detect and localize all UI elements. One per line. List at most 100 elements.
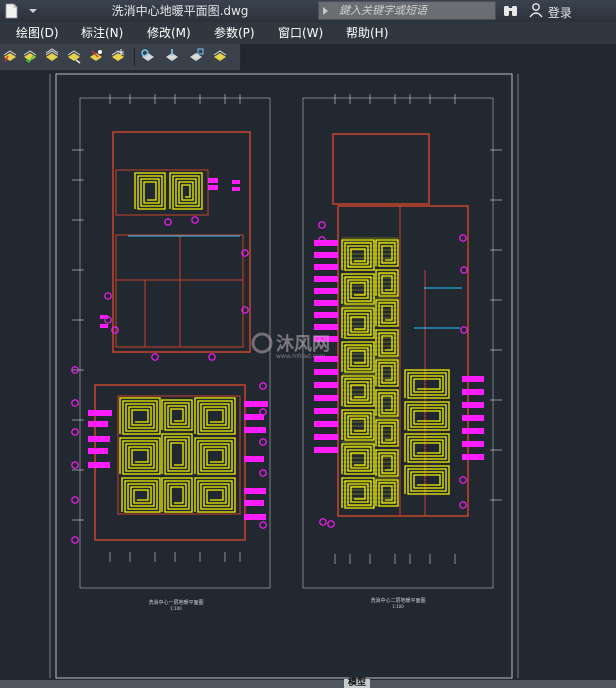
heating-coil [341,239,375,271]
layer-tool-icon[interactable] [44,48,60,64]
room-tag [314,324,338,330]
room-tag [314,434,338,440]
menu-bar: 绘图(D) 标注(N) 修改(M) 参数(P) 窗口(W) 帮助(H) [0,22,616,44]
heating-coil [161,399,193,431]
layer-tool-icon[interactable] [22,48,38,64]
search-box[interactable] [318,1,496,20]
menu-draw[interactable]: 绘图(D) [16,25,59,41]
room-tag [462,428,484,434]
axis-bubble [259,521,267,529]
login-button[interactable]: 登录 [528,2,572,20]
left-plan-scale: 1:100 [170,606,182,611]
axis-bubble [151,353,159,361]
room-tag [314,276,338,282]
room-tag [314,288,338,294]
heating-coil [134,172,166,210]
room-tag [314,312,338,318]
toolbar-separator [134,48,135,66]
axis-bubble [164,218,172,226]
room-tag [462,415,484,421]
layers-toolbar [0,44,241,71]
axis-bubble [460,266,468,274]
room-tag [314,408,338,414]
axis-bubble [71,399,79,407]
room-tag [314,252,338,258]
room-tag [314,447,338,453]
heating-coil [121,477,161,513]
watermark-text: 沐风网 [276,333,330,355]
layer-tool-icon[interactable] [88,48,104,64]
watermark-url: www.mfcad.com [276,353,326,360]
room-tag [462,389,484,395]
layer-tool-icon[interactable] [188,48,204,64]
axis-bubble [71,428,79,436]
model-tab[interactable]: 模型 [344,679,371,688]
layer-tool-icon[interactable] [2,48,18,64]
axis-bubble [459,234,467,242]
room-tag [314,369,338,375]
room-tag [88,421,108,427]
heating-coil [341,409,375,441]
room-tag [88,462,110,468]
drawing-canvas[interactable]: 洗消中心一层地暖平面图 1:100 洗消中心二层地暖平面图 1:100 沐风网 … [0,70,616,680]
search-input[interactable] [339,2,489,19]
layer-tool-icon[interactable] [140,48,156,64]
menu-parametric[interactable]: 参数(P) [214,25,255,41]
heating-coil [404,465,450,495]
layer-tool-icon[interactable] [110,48,126,64]
heating-coil [341,341,375,373]
expand-arrow-icon[interactable] [322,6,330,16]
layer-tool-icon[interactable] [66,48,82,64]
login-label: 登录 [547,5,572,20]
layer-tool-icon[interactable] [212,48,228,64]
heating-coil [341,307,375,339]
axis-bubble [104,292,112,300]
left-upper-walls [112,131,251,353]
layer-tool-icon[interactable] [164,48,180,64]
axis-bubble [327,520,335,528]
menu-modify[interactable]: 修改(M) [147,25,191,41]
left-plan-caption: 洗消中心一层地暖平面图 [148,599,203,606]
heating-coil [119,397,161,435]
axis-bubble [259,382,267,390]
room-tag [462,376,484,382]
binoculars-icon[interactable] [502,3,520,19]
menu-help[interactable]: 帮助(H) [346,25,388,41]
heating-coil [161,433,193,475]
heating-coil [194,397,236,435]
room-tag [100,324,108,328]
menu-dimension[interactable]: 标注(N) [81,25,123,41]
heating-coil [169,172,203,210]
heating-coil [341,273,375,305]
room-tag [244,488,266,494]
chevron-down-icon [29,9,37,13]
room-tag [314,300,338,306]
room-tag [244,427,266,433]
new-file-icon [5,3,37,19]
axis-bubble [208,353,216,361]
axis-bubble [459,501,467,509]
room-tag [244,500,264,506]
axis-bubble [71,496,79,504]
axis-bubble [71,461,79,469]
room-tag [314,395,338,401]
floor-plan-drawing: 洗消中心一层地暖平面图 1:100 洗消中心二层地暖平面图 1:100 沐风网 … [49,73,519,679]
axis-bubble [459,476,467,484]
room-tag [244,401,268,407]
heating-coil [161,477,193,513]
axis-bubble [191,216,199,224]
right-plan-scale: 1:100 [392,604,404,609]
axis-bubble [319,518,327,526]
room-tag [462,454,484,460]
room-tag [88,436,110,442]
room-tag [208,178,218,183]
axis-bubble [318,221,326,229]
heating-coil [404,433,450,463]
application-menu-button[interactable] [0,0,40,22]
menu-window[interactable]: 窗口(W) [278,25,323,41]
room-tag [462,441,484,447]
status-bar: 模型 [0,679,616,688]
room-tag [244,456,264,462]
right-top-room [332,133,430,205]
room-tag [314,264,338,270]
